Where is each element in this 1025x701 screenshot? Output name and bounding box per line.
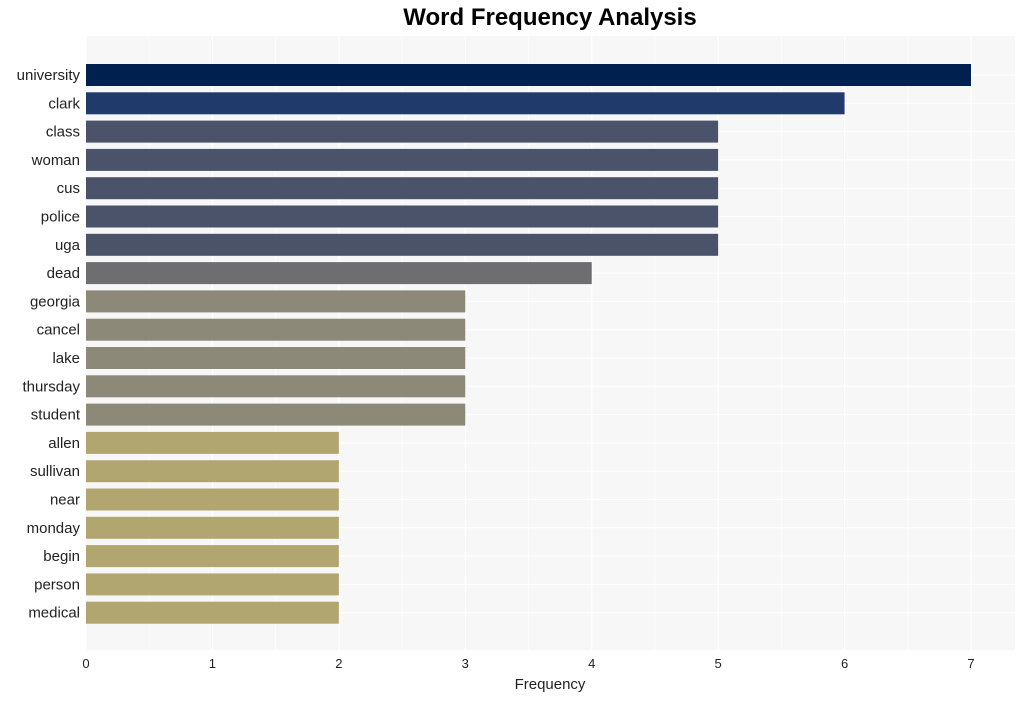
x-tick-label: 1: [209, 656, 216, 671]
y-tick-label: cancel: [37, 322, 80, 339]
bar-lake: [86, 347, 466, 369]
y-tick-label: police: [41, 209, 80, 226]
y-tick-label: begin: [43, 548, 80, 565]
bar-cus: [86, 177, 719, 200]
y-tick-label: uga: [55, 237, 81, 254]
bar-thursday: [86, 375, 466, 398]
x-tick-label: 0: [82, 656, 89, 671]
y-tick-label: dead: [47, 265, 80, 282]
bar-cancel: [86, 318, 466, 341]
bar-student: [86, 403, 466, 426]
y-tick-label: person: [34, 576, 80, 593]
bar-allen: [86, 431, 339, 454]
y-tick-label: clark: [48, 95, 80, 112]
bar-class: [86, 120, 719, 143]
bar-near: [86, 488, 339, 511]
y-axis-labels: university clark class woman cus police uga dea…: [17, 67, 81, 622]
bar-medical: [86, 601, 339, 624]
y-tick-label: class: [46, 124, 80, 141]
bar-police: [86, 205, 719, 228]
bar-sullivan: [86, 460, 339, 483]
x-tick-label: 5: [715, 656, 722, 671]
x-axis-ticks: 0 1 2 3 4 5 6 7: [82, 656, 974, 671]
y-tick-label: medical: [28, 605, 80, 622]
y-tick-label: student: [31, 407, 81, 424]
y-tick-label: georgia: [30, 293, 81, 310]
x-tick-label: 4: [588, 656, 595, 671]
bar-university: [86, 64, 971, 86]
y-tick-label: allen: [48, 435, 80, 452]
y-tick-label: monday: [27, 520, 81, 537]
y-tick-label: lake: [52, 350, 80, 367]
y-tick-label: sullivan: [30, 463, 80, 480]
bar-chart: university clark class woman cus police uga dea…: [17, 36, 1015, 693]
x-tick-label: 3: [462, 656, 469, 671]
bar-person: [86, 573, 339, 596]
bar-clark: [86, 92, 845, 115]
bar-uga: [86, 233, 719, 256]
x-axis-label: Frequency: [515, 676, 586, 693]
x-tick-label: 7: [967, 656, 974, 671]
x-tick-label: 2: [335, 656, 342, 671]
y-tick-label: near: [50, 492, 80, 509]
bar-woman: [86, 148, 719, 171]
x-tick-label: 6: [841, 656, 848, 671]
y-tick-label: cus: [57, 180, 80, 197]
y-tick-label: thursday: [22, 378, 80, 395]
bar-begin: [86, 545, 339, 568]
bar-dead: [86, 262, 592, 285]
y-tick-label: university: [17, 67, 81, 84]
bar-georgia: [86, 290, 466, 313]
y-tick-label: woman: [31, 152, 80, 169]
bar-monday: [86, 516, 339, 539]
